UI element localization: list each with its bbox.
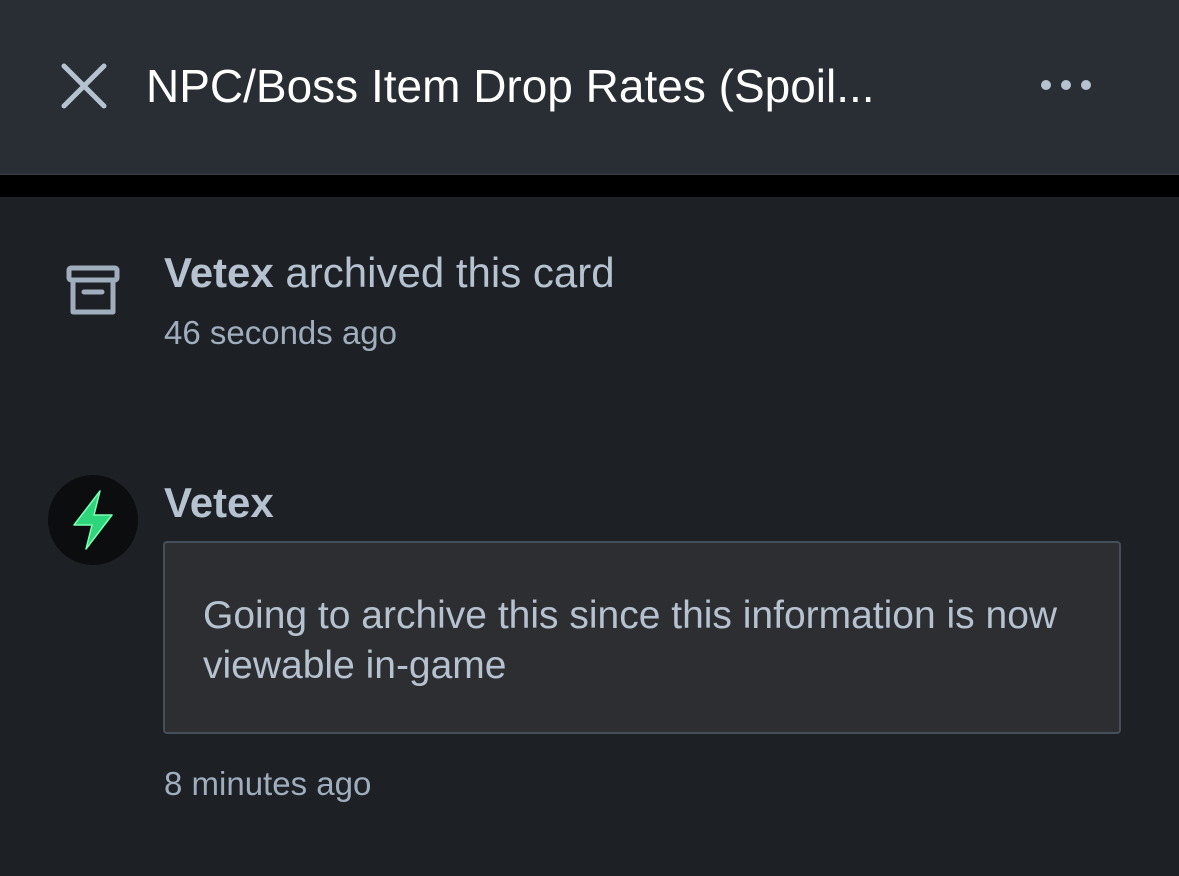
comment-author[interactable]: Vetex	[164, 476, 274, 530]
activity-description: Vetex archived this card	[164, 246, 615, 300]
more-options-button[interactable]	[1030, 60, 1102, 110]
comment-timestamp[interactable]: 8 minutes ago	[164, 764, 371, 804]
comment-box: Going to archive this since this informa…	[163, 541, 1121, 734]
comment-text: Going to archive this since this informa…	[203, 594, 1058, 687]
card-title: NPC/Boss Item Drop Rates (Spoil...	[146, 60, 875, 112]
close-icon	[61, 63, 107, 109]
card-header: NPC/Boss Item Drop Rates (Spoil...	[0, 0, 1179, 175]
activity-action: archived this card	[273, 249, 615, 296]
lightning-bolt-icon	[73, 490, 113, 550]
more-horizontal-icon	[1041, 80, 1091, 90]
activity-timestamp[interactable]: 46 seconds ago	[164, 313, 397, 353]
avatar[interactable]	[48, 475, 138, 565]
divider	[0, 175, 1179, 197]
archive-icon	[64, 262, 122, 320]
close-button[interactable]	[54, 56, 114, 116]
activity-actor[interactable]: Vetex	[164, 249, 274, 296]
